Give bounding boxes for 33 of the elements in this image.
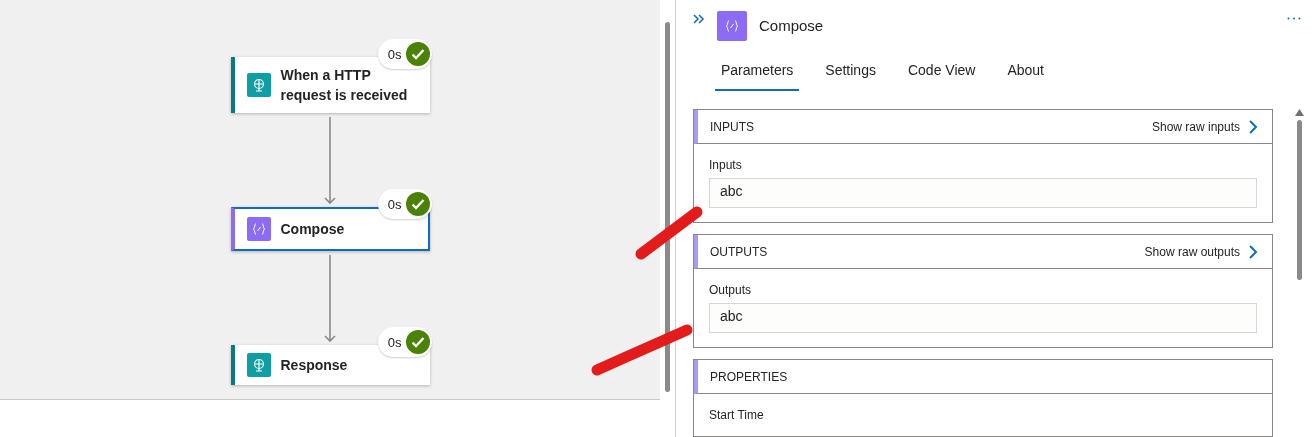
- tab[interactable]: Code View: [901, 51, 982, 91]
- section-title: PROPERTIES: [710, 369, 788, 384]
- braces-icon: [251, 222, 266, 236]
- field-label: Outputs: [709, 283, 753, 297]
- value-field[interactable]: abc: [709, 303, 1257, 333]
- section-header[interactable]: INPUTS Show raw inputs: [694, 110, 1272, 144]
- panel-title: Compose: [759, 17, 825, 34]
- section-title: OUTPUTS: [710, 244, 768, 259]
- scrollbar-thumb[interactable]: [1297, 120, 1302, 280]
- expand-icon[interactable]: [693, 13, 705, 24]
- tab[interactable]: Settings: [819, 51, 882, 91]
- tab[interactable]: About: [1001, 51, 1050, 91]
- show-raw-link[interactable]: Show raw inputs: [1151, 118, 1258, 135]
- node-title: When a HTTP request is received: [280, 66, 409, 105]
- marker-stroke: [635, 206, 703, 260]
- braces-icon: [725, 18, 739, 33]
- scrollbar-thumb[interactable]: [665, 22, 670, 392]
- scroll-up-icon[interactable]: [1295, 109, 1304, 116]
- tab[interactable]: Parameters: [715, 51, 800, 91]
- section-header[interactable]: PROPERTIES: [694, 360, 1272, 394]
- section-header[interactable]: OUTPUTS Show raw outputs: [694, 235, 1272, 269]
- chevron-right-icon: [1248, 243, 1258, 260]
- section-title: INPUTS: [710, 119, 754, 134]
- globe-icon: [251, 78, 266, 92]
- field-label: Inputs: [709, 158, 743, 172]
- globe-icon: [251, 358, 266, 372]
- show-raw-link[interactable]: Show raw outputs: [1144, 243, 1258, 260]
- node-title: Response: [280, 356, 349, 375]
- node-title: Compose: [280, 220, 346, 239]
- more-icon[interactable]: [1287, 17, 1301, 20]
- chevron-right-icon: [1248, 118, 1258, 135]
- field-label: Start Time: [709, 408, 765, 422]
- value-field[interactable]: abc: [709, 178, 1257, 208]
